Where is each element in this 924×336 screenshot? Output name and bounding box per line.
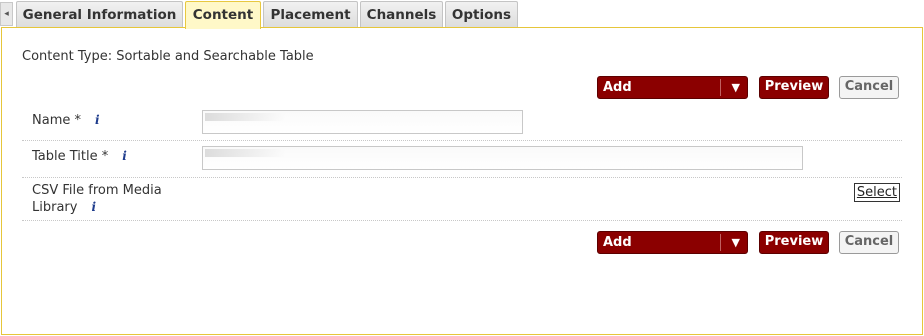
info-icon[interactable]: i xyxy=(95,112,100,128)
table-title-label: Table Title * i xyxy=(32,148,127,165)
tab-options[interactable]: Options xyxy=(445,1,518,28)
select-button[interactable]: Select xyxy=(853,183,900,202)
tab-channels[interactable]: Channels xyxy=(360,1,443,28)
info-icon[interactable]: i xyxy=(91,199,96,215)
tab-bar: ◂ General Information Content Placement … xyxy=(0,0,924,29)
add-select-label: Add xyxy=(603,235,632,250)
add-select[interactable]: Add ▼ xyxy=(597,231,748,254)
add-select[interactable]: Add ▼ xyxy=(597,76,748,99)
tab-placement[interactable]: Placement xyxy=(263,1,358,28)
preview-button[interactable]: Preview xyxy=(759,231,829,254)
tab-content[interactable]: Content xyxy=(185,1,261,29)
form-row-table-title: Table Title * i xyxy=(22,141,902,178)
csv-file-label: CSV File from Media Library i xyxy=(32,183,162,216)
chevron-down-icon: ▼ xyxy=(731,236,740,249)
cancel-button[interactable]: Cancel xyxy=(839,231,899,254)
table-title-input[interactable] xyxy=(202,146,803,170)
content-type-label: Content Type: Sortable and Searchable Ta… xyxy=(22,49,314,64)
form-row-name: Name * i xyxy=(22,104,902,141)
preview-button[interactable]: Preview xyxy=(759,76,829,99)
csv-file-label-line2: Library i xyxy=(32,199,162,216)
tab-scroll-left-icon[interactable]: ◂ xyxy=(0,2,13,26)
add-select-label: Add xyxy=(603,80,632,95)
chevron-down-icon: ▼ xyxy=(731,81,740,94)
info-icon[interactable]: i xyxy=(122,148,127,164)
add-select-divider xyxy=(720,234,721,251)
tab-general-information[interactable]: General Information xyxy=(16,1,183,28)
name-input[interactable] xyxy=(202,110,523,134)
name-label-text: Name * xyxy=(32,113,81,128)
cancel-button[interactable]: Cancel xyxy=(839,76,899,99)
csv-file-label-line2-text: Library xyxy=(32,200,78,215)
add-select-divider xyxy=(720,79,721,96)
form-row-csv-file: CSV File from Media Library i Select xyxy=(22,178,902,221)
table-title-label-text: Table Title * xyxy=(32,149,109,164)
csv-file-label-line1: CSV File from Media xyxy=(32,183,162,198)
content-panel: Content Type: Sortable and Searchable Ta… xyxy=(1,27,923,335)
name-label: Name * i xyxy=(32,112,100,129)
